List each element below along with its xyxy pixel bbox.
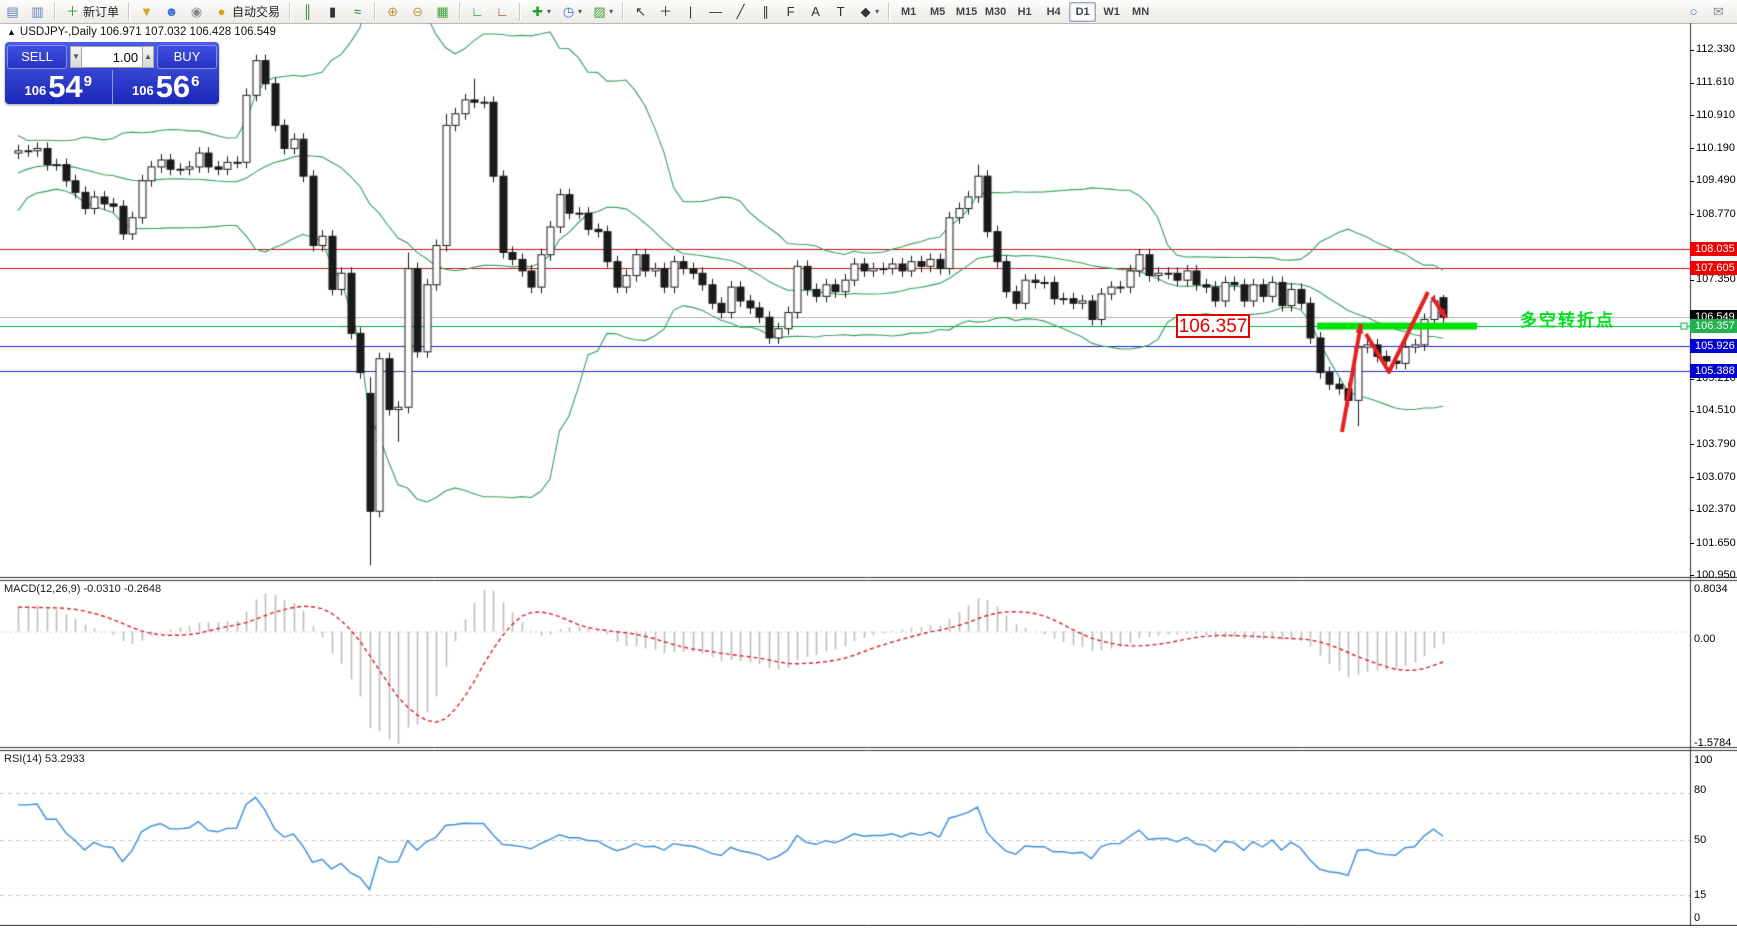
- macd-axis-label: -1.5784: [1694, 737, 1732, 749]
- price-tick: 111.610: [1696, 76, 1735, 89]
- axis-tick-mark: [1690, 543, 1694, 545]
- rsi-axis-label: 100: [1694, 754, 1713, 766]
- axis-tick-mark: [1690, 180, 1694, 182]
- price-tick: 101.650: [1696, 536, 1736, 549]
- chart-title: ▲ USDJPY-,Daily 106.971 107.032 106.428 1…: [7, 26, 276, 38]
- price-tick: 108.770: [1696, 207, 1736, 220]
- price-label-108.035: 108.035: [1690, 241, 1737, 256]
- price-tick: 110.910: [1696, 108, 1735, 121]
- date-axis[interactable]: 16 Jan 202026 Jan 20204 Feb 202013 Feb 2…: [0, 926, 1737, 946]
- price-tick: 103.070: [1696, 470, 1736, 483]
- axis-tick-mark: [1690, 49, 1694, 51]
- price-label-106.357: 106.357: [1690, 319, 1737, 334]
- axis-tick-mark: [1690, 410, 1694, 412]
- price-label-105.926: 105.926: [1690, 338, 1737, 353]
- price-tick: 109.490: [1696, 174, 1736, 187]
- volume-input[interactable]: [81, 46, 143, 68]
- rsi-axis-label: 50: [1694, 834, 1707, 846]
- buy-price[interactable]: 106 56 6: [113, 70, 220, 104]
- price-annotation-box[interactable]: 106.357: [1176, 314, 1250, 338]
- one-click-trading-panel: SELL ▼ ▲ BUY 106549 106566: [5, 42, 219, 104]
- price-tick: 112.330: [1696, 43, 1735, 55]
- volume-up-button[interactable]: ▲: [142, 46, 155, 68]
- price-tick: 110.190: [1696, 141, 1735, 154]
- axis-tick-mark: [1690, 444, 1694, 446]
- price-tick: 103.790: [1696, 437, 1736, 450]
- macd-axis-label: 0.8034: [1694, 583, 1728, 595]
- macd-caption: MACD(12,26,9) -0.0310 -0.2648: [4, 583, 162, 595]
- volume-down-button[interactable]: ▼: [70, 46, 82, 68]
- sell-button[interactable]: SELL: [7, 45, 67, 69]
- axis-tick-mark: [1690, 214, 1694, 216]
- buy-button[interactable]: BUY: [157, 45, 217, 69]
- axis-tick-mark: [1690, 148, 1694, 150]
- axis-tick-mark: [1690, 509, 1694, 511]
- collapse-arrow-icon[interactable]: ▲: [7, 27, 16, 37]
- chart-canvas[interactable]: [0, 0, 1737, 946]
- axis-tick-mark: [1690, 82, 1694, 84]
- rsi-axis-label: 80: [1694, 784, 1707, 796]
- chart-title-text: USDJPY-,Daily 106.971 107.032 106.428 10…: [19, 26, 276, 38]
- price-tick: 100.950: [1696, 568, 1736, 581]
- axis-tick-mark: [1690, 477, 1694, 479]
- turning-point-label[interactable]: 多空转折点: [1520, 306, 1615, 331]
- price-tick: 104.510: [1696, 404, 1736, 417]
- rsi-axis-label: 0: [1694, 912, 1701, 924]
- price-label-107.605: 107.605: [1690, 261, 1737, 276]
- mt4-window: ▤▥＋新订单▼☻◉●自动交易║▮≈⊕⊖▦∟∟✚▾◷▾▨▾↖＋|—╱∥FAT◆▾M…: [0, 0, 1737, 946]
- axis-tick-mark: [1690, 575, 1694, 577]
- price-label-105.388: 105.388: [1690, 363, 1737, 378]
- macd-axis-label: 0.00: [1694, 633, 1716, 645]
- rsi-axis-label: 15: [1694, 889, 1707, 901]
- price-tick: 102.370: [1696, 503, 1736, 516]
- sell-price[interactable]: 106 54 9: [5, 70, 113, 104]
- rsi-caption: RSI(14) 53.2933: [4, 753, 85, 765]
- axis-tick-mark: [1690, 378, 1694, 380]
- axis-tick-mark: [1690, 115, 1694, 117]
- axis-tick-mark: [1690, 279, 1694, 281]
